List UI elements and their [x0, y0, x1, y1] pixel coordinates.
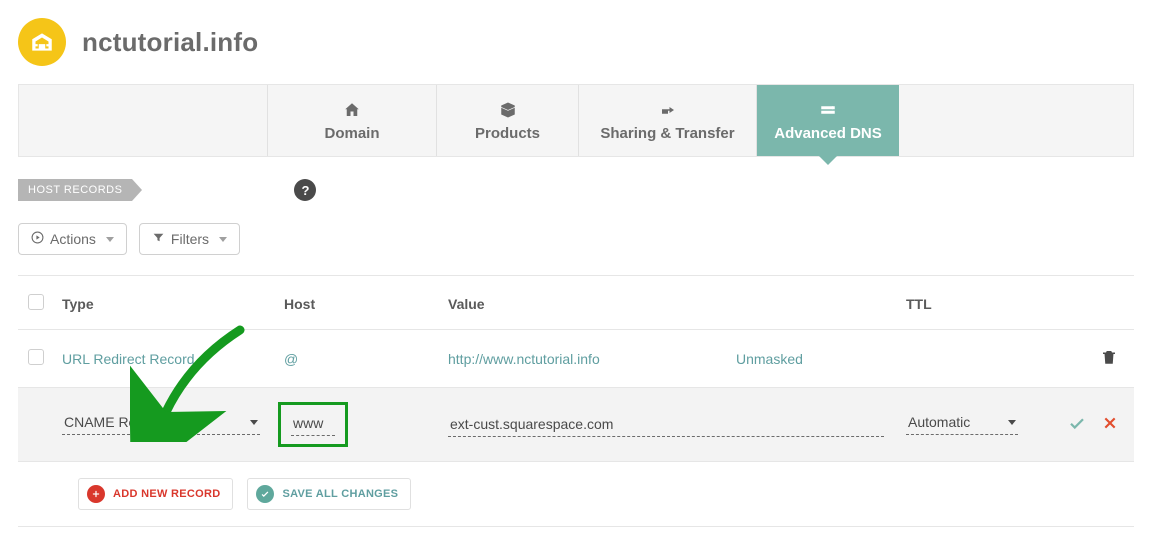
record-ttl-value: Automatic	[908, 414, 970, 430]
record-mask[interactable]: Unmasked	[736, 351, 906, 367]
table-header: Type Host Value TTL	[18, 276, 1134, 330]
select-all-checkbox[interactable]	[28, 294, 44, 310]
save-all-changes-label: SAVE ALL CHANGES	[282, 488, 398, 500]
server-icon	[818, 101, 838, 119]
tab-advanced-dns[interactable]: Advanced DNS	[757, 85, 899, 156]
actions-label: Actions	[50, 231, 96, 247]
record-value-link[interactable]: http://www.nctutorial.info	[448, 351, 600, 367]
tab-products[interactable]: Products	[437, 85, 579, 156]
record-host[interactable]: @	[284, 351, 448, 367]
add-new-record-label: ADD NEW RECORD	[113, 488, 220, 500]
confirm-icon[interactable]	[1068, 414, 1086, 435]
actions-dropdown[interactable]: Actions	[18, 223, 127, 255]
tab-bar: Domain Products Sharing & Transfer Advan…	[18, 84, 1134, 157]
share-icon	[658, 101, 678, 119]
filters-label: Filters	[171, 231, 209, 247]
host-highlight-box	[278, 402, 348, 447]
box-icon	[498, 101, 518, 119]
th-type: Type	[62, 296, 284, 312]
chevron-down-icon	[219, 237, 227, 242]
tab-spacer	[19, 85, 267, 156]
host-records-table: Type Host Value TTL URL Redirect Record …	[18, 275, 1134, 527]
tab-dns-label: Advanced DNS	[774, 125, 882, 142]
tab-domain-label: Domain	[324, 125, 379, 142]
row-checkbox[interactable]	[28, 349, 44, 365]
record-type-select[interactable]: CNAME Record	[62, 414, 260, 435]
tab-domain[interactable]: Domain	[267, 85, 437, 156]
footer-actions: ADD NEW RECORD SAVE ALL CHANGES	[18, 462, 1134, 527]
record-value-input[interactable]	[448, 412, 884, 437]
record-type-link[interactable]: URL Redirect Record	[62, 351, 195, 367]
tab-sharing-label: Sharing & Transfer	[600, 125, 734, 142]
table-row-edit: CNAME Record Automatic	[18, 388, 1134, 462]
help-icon[interactable]: ?	[294, 179, 316, 201]
record-ttl-select[interactable]: Automatic	[906, 414, 1018, 435]
cancel-icon[interactable]	[1102, 415, 1118, 434]
chevron-down-icon	[250, 420, 258, 425]
trash-icon[interactable]	[1100, 348, 1118, 369]
page-title: nctutorial.info	[82, 27, 258, 58]
record-host-input[interactable]	[291, 411, 335, 436]
play-icon	[31, 231, 44, 247]
check-icon	[256, 485, 274, 503]
tab-products-label: Products	[475, 125, 540, 142]
record-type-value: CNAME Record	[64, 414, 164, 430]
host-records-badge: HOST RECORDS	[18, 179, 132, 201]
chevron-down-icon	[106, 237, 114, 242]
domain-logo-icon	[18, 18, 66, 66]
tab-sharing[interactable]: Sharing & Transfer	[579, 85, 757, 156]
add-new-record-button[interactable]: ADD NEW RECORD	[78, 478, 233, 510]
th-ttl: TTL	[906, 296, 1028, 312]
home-icon	[342, 101, 362, 119]
filter-icon	[152, 231, 165, 247]
chevron-down-icon	[1008, 420, 1016, 425]
plus-icon	[87, 485, 105, 503]
save-all-changes-button[interactable]: SAVE ALL CHANGES	[247, 478, 411, 510]
th-host: Host	[284, 296, 448, 312]
th-value: Value	[448, 296, 736, 312]
page-header: nctutorial.info	[18, 18, 1134, 66]
filters-dropdown[interactable]: Filters	[139, 223, 240, 255]
table-row: URL Redirect Record @ http://www.nctutor…	[18, 330, 1134, 388]
